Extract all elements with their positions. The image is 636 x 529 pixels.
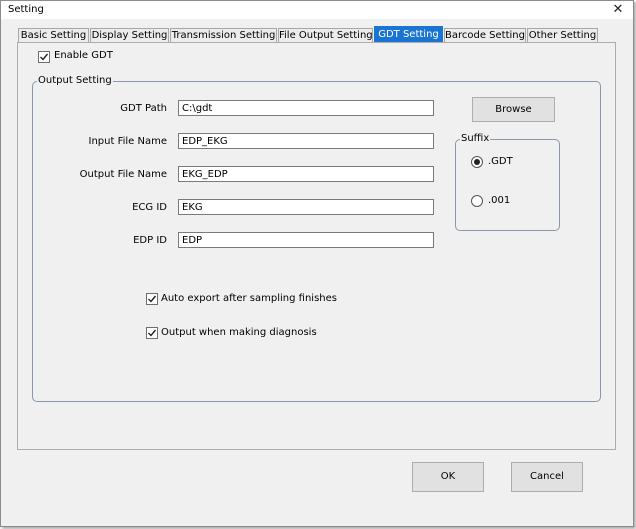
input-file-name-input[interactable]	[178, 133, 434, 149]
tab-barcode-setting[interactable]: Barcode Setting	[444, 28, 526, 42]
output-file-name-label: Output File Name	[79, 169, 167, 180]
suffix-gdt-label: .GDT	[488, 156, 513, 167]
radio-selected-dot	[474, 159, 480, 165]
suffix-group: Suffix .GDT .001	[455, 133, 560, 231]
close-icon[interactable]: ✕	[610, 2, 626, 18]
input-file-name-label: Input File Name	[88, 136, 168, 147]
title-bar: Setting ✕	[1, 1, 633, 19]
tab-other-setting[interactable]: Other Setting	[527, 28, 598, 42]
checkmark-icon	[40, 53, 49, 61]
tab-basic-setting[interactable]: Basic Setting	[18, 28, 89, 42]
tab-transmission-setting[interactable]: Transmission Setting	[170, 28, 277, 42]
ecg-id-label: ECG ID	[132, 202, 167, 213]
tab-gdt-setting[interactable]: GDT Setting	[374, 26, 443, 43]
suffix-gdt-radio[interactable]	[471, 156, 483, 168]
edp-id-input[interactable]	[178, 232, 434, 248]
auto-export-checkbox[interactable]	[146, 293, 158, 305]
gdt-path-input[interactable]	[178, 100, 434, 116]
setting-dialog: Setting ✕ Basic Setting Display Setting …	[0, 0, 634, 527]
output-diagnosis-label: Output when making diagnosis	[161, 327, 317, 338]
ok-button[interactable]: OK	[412, 462, 484, 492]
checkmark-icon	[148, 329, 157, 337]
tab-display-setting[interactable]: Display Setting	[90, 28, 169, 42]
browse-button[interactable]: Browse	[472, 97, 555, 122]
suffix-001-label: .001	[488, 195, 511, 206]
output-setting-legend: Output Setting	[37, 75, 113, 86]
auto-export-label: Auto export after sampling finishes	[161, 293, 337, 304]
enable-gdt-label: Enable GDT	[54, 50, 113, 61]
checkmark-icon	[148, 295, 157, 303]
output-diagnosis-checkbox[interactable]	[146, 327, 158, 339]
tab-file-output-setting[interactable]: File Output Setting	[278, 28, 373, 42]
output-file-name-input[interactable]	[178, 166, 434, 182]
output-setting-group: Output Setting GDT Path Input File Name …	[32, 75, 601, 402]
suffix-legend: Suffix	[460, 133, 491, 144]
suffix-001-radio[interactable]	[471, 195, 483, 207]
cancel-button[interactable]: Cancel	[511, 462, 583, 492]
window-title: Setting	[8, 4, 44, 15]
ecg-id-input[interactable]	[178, 199, 434, 215]
edp-id-label: EDP ID	[133, 235, 167, 246]
gdt-path-label: GDT Path	[120, 103, 167, 114]
enable-gdt-checkbox[interactable]	[38, 51, 50, 63]
gdt-setting-panel: Enable GDT Output Setting GDT Path Input…	[17, 42, 616, 450]
